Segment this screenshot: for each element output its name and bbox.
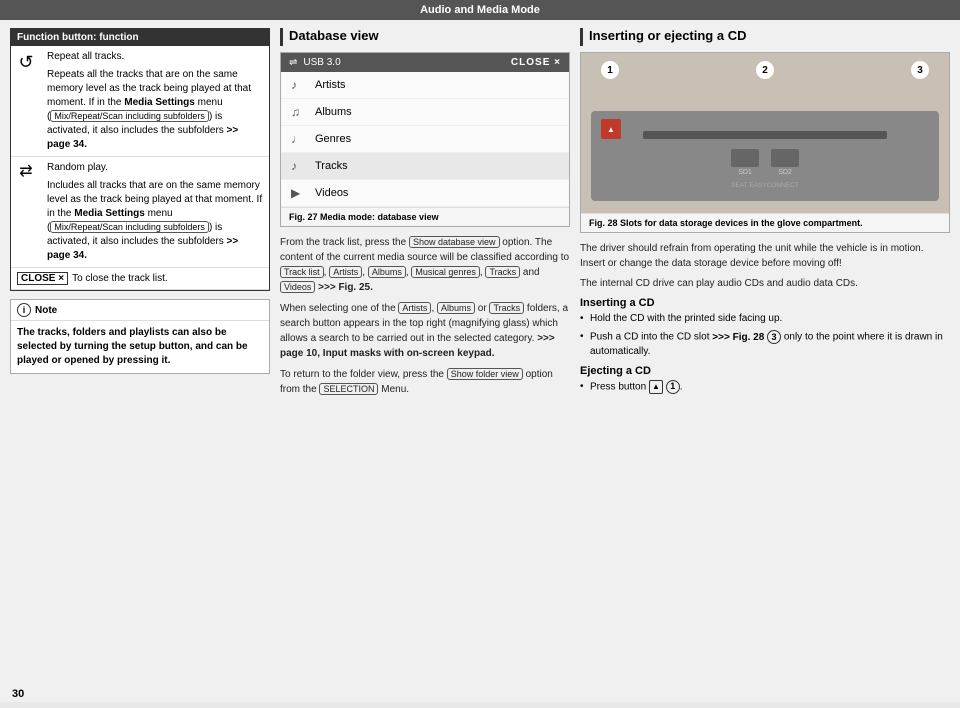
albums-label: Albums bbox=[315, 106, 352, 118]
sd1-slot: SD1 bbox=[731, 149, 759, 176]
function-table: ↺ Repeat all tracks. Repeats all the tra… bbox=[11, 46, 269, 268]
fig-28-ref: Fig. 28 bbox=[589, 218, 618, 228]
cd-diagram-inner: 1 2 3 ▲ SD1 bbox=[581, 53, 949, 213]
info-icon: i bbox=[17, 303, 31, 317]
track-list-btn[interactable]: Track list bbox=[280, 266, 324, 278]
eject-button[interactable]: ▲ bbox=[601, 119, 621, 139]
fig-28-text: Slots for data storage devices in the gl… bbox=[620, 218, 863, 228]
circle-1-icon: 1 bbox=[666, 380, 680, 394]
cd-body-text-1: The driver should refrain from operating… bbox=[580, 241, 950, 271]
show-database-view-btn[interactable]: Show database view bbox=[409, 236, 500, 248]
random-text-1: Random play. bbox=[47, 161, 263, 175]
left-column: Function button: function ↺ Repeat all t… bbox=[10, 28, 270, 694]
cd-number-3: 3 bbox=[911, 61, 929, 79]
note-header: i Note bbox=[11, 300, 269, 321]
device-body: ▲ SD1 SD2 SEAT bbox=[591, 111, 939, 201]
sd1-slot-body bbox=[731, 149, 759, 167]
artists-icon: ♪ bbox=[291, 78, 307, 92]
db-menu-item-videos[interactable]: ▶ Videos bbox=[281, 180, 569, 207]
artists-btn-2[interactable]: Artists bbox=[398, 302, 431, 314]
close-row: CLOSE × To close the track list. bbox=[11, 268, 269, 290]
close-label: CLOSE × bbox=[17, 272, 68, 285]
page-number: 30 bbox=[12, 688, 24, 700]
inserting-cd-title: Inserting a CD bbox=[580, 297, 950, 309]
fig-27-caption: Fig. 27 Media mode: database view bbox=[281, 207, 569, 226]
repeat-text-2: Repeats all the tracks that are on the s… bbox=[47, 68, 263, 152]
random-text: Random play. Includes all tracks that ar… bbox=[41, 157, 269, 268]
arrow-up-icon: ▲ bbox=[649, 380, 663, 394]
videos-label: Videos bbox=[315, 187, 348, 199]
usb-icon: ⇌ bbox=[289, 57, 297, 68]
cd-body-text-2: The internal CD drive can play audio CDs… bbox=[580, 276, 950, 291]
cd-section-title: Inserting or ejecting a CD bbox=[580, 28, 950, 46]
genres-icon: ♩ bbox=[291, 132, 307, 146]
function-box-title: Function button: function bbox=[11, 29, 269, 46]
db-view-header-left: ⇌ USB 3.0 bbox=[289, 57, 341, 68]
db-body-text-3: To return to the folder view, press the … bbox=[280, 367, 570, 397]
selection-btn[interactable]: SELECTION bbox=[319, 383, 378, 395]
header-title: Audio and Media Mode bbox=[420, 4, 540, 16]
db-close-button[interactable]: CLOSE × bbox=[511, 57, 561, 68]
tracks-btn-2[interactable]: Tracks bbox=[489, 302, 524, 314]
fig-27-ref: Fig. 27 bbox=[289, 212, 318, 222]
db-body-text-1: From the track list, press the Show data… bbox=[280, 235, 570, 295]
albums-icon: ♫ bbox=[291, 105, 307, 119]
fig-28-caption: Fig. 28 Slots for data storage devices i… bbox=[581, 213, 949, 232]
albums-btn[interactable]: Albums bbox=[368, 266, 406, 278]
artists-btn[interactable]: Artists bbox=[329, 266, 362, 278]
sd1-label: SD1 bbox=[738, 169, 752, 176]
show-folder-view-btn[interactable]: Show folder view bbox=[447, 368, 523, 380]
db-view-section-title: Database view bbox=[280, 28, 570, 46]
mid-column: Database view ⇌ USB 3.0 CLOSE × ♪ Artist… bbox=[280, 28, 570, 694]
repeat-text-1: Repeat all tracks. bbox=[47, 50, 263, 64]
seat-label: SEAT EASYCONNECT bbox=[731, 182, 799, 189]
db-body-text-2: When selecting one of the Artists, Album… bbox=[280, 301, 570, 361]
videos-icon: ▶ bbox=[291, 186, 307, 200]
bullet-1: Hold the CD with the printed side facing… bbox=[580, 312, 950, 326]
right-column: Inserting or ejecting a CD 1 2 3 ▲ bbox=[580, 28, 950, 694]
cd-diagram-box: 1 2 3 ▲ SD1 bbox=[580, 52, 950, 233]
table-row: ⇄ Random play. Includes all tracks that … bbox=[11, 157, 269, 268]
repeat-icon: ↺ bbox=[11, 46, 41, 157]
note-text: The tracks, folders and playlists can al… bbox=[11, 321, 269, 373]
sd2-slot-body bbox=[771, 149, 799, 167]
eject-icon: ▲ bbox=[607, 125, 615, 134]
fig-27-text: Media mode: database view bbox=[320, 212, 439, 222]
sd2-label: SD2 bbox=[778, 169, 792, 176]
circle-3-icon: 3 bbox=[767, 330, 781, 344]
cd-slot bbox=[643, 131, 887, 139]
db-menu-item-tracks[interactable]: ♪ Tracks bbox=[281, 153, 569, 180]
db-menu-list: ♪ Artists ♫ Albums ♩ Genres ♪ Tracks ▶ bbox=[281, 72, 569, 207]
musical-genres-btn[interactable]: Musical genres bbox=[411, 266, 480, 278]
sd2-slot: SD2 bbox=[771, 149, 799, 176]
repeat-text: Repeat all tracks. Repeats all the track… bbox=[41, 46, 269, 157]
sd-area: SD1 SD2 bbox=[731, 149, 799, 176]
bullet-3: Press button ▲ 1. bbox=[580, 380, 950, 395]
table-row: ↺ Repeat all tracks. Repeats all the tra… bbox=[11, 46, 269, 157]
close-desc: To close the track list. bbox=[72, 273, 168, 284]
db-view-header: ⇌ USB 3.0 CLOSE × bbox=[281, 53, 569, 72]
db-menu-item-artists[interactable]: ♪ Artists bbox=[281, 72, 569, 99]
cd-number-1: 1 bbox=[601, 61, 619, 79]
usb-label: USB 3.0 bbox=[303, 57, 340, 68]
tracks-label: Tracks bbox=[315, 160, 348, 172]
cd-number-2: 2 bbox=[756, 61, 774, 79]
note-title: Note bbox=[35, 305, 57, 316]
random-text-2: Includes all tracks that are on the same… bbox=[47, 179, 263, 263]
db-menu-item-genres[interactable]: ♩ Genres bbox=[281, 126, 569, 153]
tracks-icon: ♪ bbox=[291, 159, 307, 173]
function-box: Function button: function ↺ Repeat all t… bbox=[10, 28, 270, 291]
ejecting-cd-title: Ejecting a CD bbox=[580, 365, 950, 377]
videos-btn[interactable]: Videos bbox=[280, 281, 315, 293]
bullet-2: Push a CD into the CD slot >>> Fig. 28 3… bbox=[580, 330, 950, 359]
note-box: i Note The tracks, folders and playlists… bbox=[10, 299, 270, 374]
albums-btn-2[interactable]: Albums bbox=[437, 302, 475, 314]
page-header: Audio and Media Mode bbox=[0, 0, 960, 20]
artists-label: Artists bbox=[315, 79, 346, 91]
shuffle-icon: ⇄ bbox=[11, 157, 41, 268]
db-menu-item-albums[interactable]: ♫ Albums bbox=[281, 99, 569, 126]
genres-label: Genres bbox=[315, 133, 351, 145]
tracks-btn[interactable]: Tracks bbox=[485, 266, 520, 278]
db-view-box: ⇌ USB 3.0 CLOSE × ♪ Artists ♫ Albums ♩ G… bbox=[280, 52, 570, 227]
